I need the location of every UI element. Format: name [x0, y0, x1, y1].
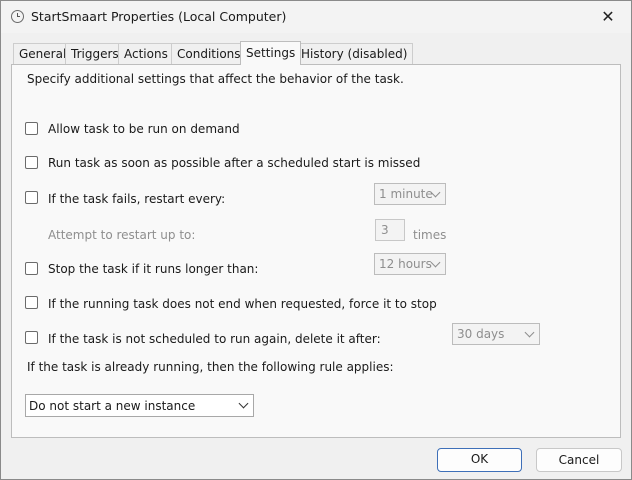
tab-history[interactable]: History (disabled): [295, 43, 414, 64]
title-bar: StartSmaart Properties (Local Computer) …: [1, 1, 631, 33]
tab-settings[interactable]: Settings: [240, 41, 302, 65]
restart-attempts-label: Attempt to restart up to:: [48, 228, 196, 242]
cancel-button[interactable]: Cancel: [536, 448, 622, 472]
stop-if-longer-checkbox[interactable]: [25, 262, 38, 275]
restart-on-fail-checkbox[interactable]: [25, 191, 38, 204]
chevron-down-icon: [430, 257, 441, 268]
force-stop-checkbox[interactable]: [25, 296, 38, 309]
force-stop-label: If the running task does not end when re…: [48, 297, 437, 311]
window-title: StartSmaart Properties (Local Computer): [31, 9, 287, 24]
tab-actions[interactable]: Actions: [118, 43, 174, 64]
clock-icon: [11, 10, 24, 23]
properties-dialog: StartSmaart Properties (Local Computer) …: [0, 0, 632, 480]
tab-triggers[interactable]: Triggers: [65, 43, 125, 64]
delete-if-not-scheduled-label: If the task is not scheduled to run agai…: [48, 332, 381, 346]
restart-on-fail-label: If the task fails, restart every:: [48, 192, 226, 206]
settings-panel: Specify additional settings that affect …: [11, 64, 621, 438]
restart-interval-value: 1 minute: [379, 187, 433, 201]
tab-general[interactable]: General: [13, 43, 73, 64]
running-rule-value: Do not start a new instance: [29, 399, 196, 413]
chevron-down-icon: [238, 398, 249, 409]
delete-after-value: 30 days: [457, 327, 505, 341]
restart-attempts-input[interactable]: 3: [375, 219, 405, 241]
settings-description: Specify additional settings that affect …: [27, 72, 404, 86]
running-rule-label: If the task is already running, then the…: [27, 360, 394, 374]
restart-interval-select[interactable]: 1 minute: [374, 183, 446, 205]
restart-attempts-unit: times: [413, 228, 447, 242]
ok-button[interactable]: OK: [437, 448, 522, 472]
chevron-down-icon: [524, 327, 535, 338]
restart-attempts-value: 3: [381, 223, 389, 237]
close-button[interactable]: ✕: [585, 1, 631, 33]
stop-duration-select[interactable]: 12 hours: [374, 253, 446, 275]
tab-conditions[interactable]: Conditions: [171, 43, 247, 64]
run-asap-label: Run task as soon as possible after a sch…: [48, 156, 421, 170]
allow-on-demand-label: Allow task to be run on demand: [48, 122, 240, 136]
delete-after-select[interactable]: 30 days: [452, 323, 540, 345]
run-asap-checkbox[interactable]: [25, 156, 38, 169]
running-rule-select[interactable]: Do not start a new instance: [25, 394, 254, 417]
delete-if-not-scheduled-checkbox[interactable]: [25, 331, 38, 344]
stop-duration-value: 12 hours: [379, 257, 432, 271]
stop-if-longer-label: Stop the task if it runs longer than:: [48, 262, 259, 276]
allow-on-demand-checkbox[interactable]: [25, 122, 38, 135]
